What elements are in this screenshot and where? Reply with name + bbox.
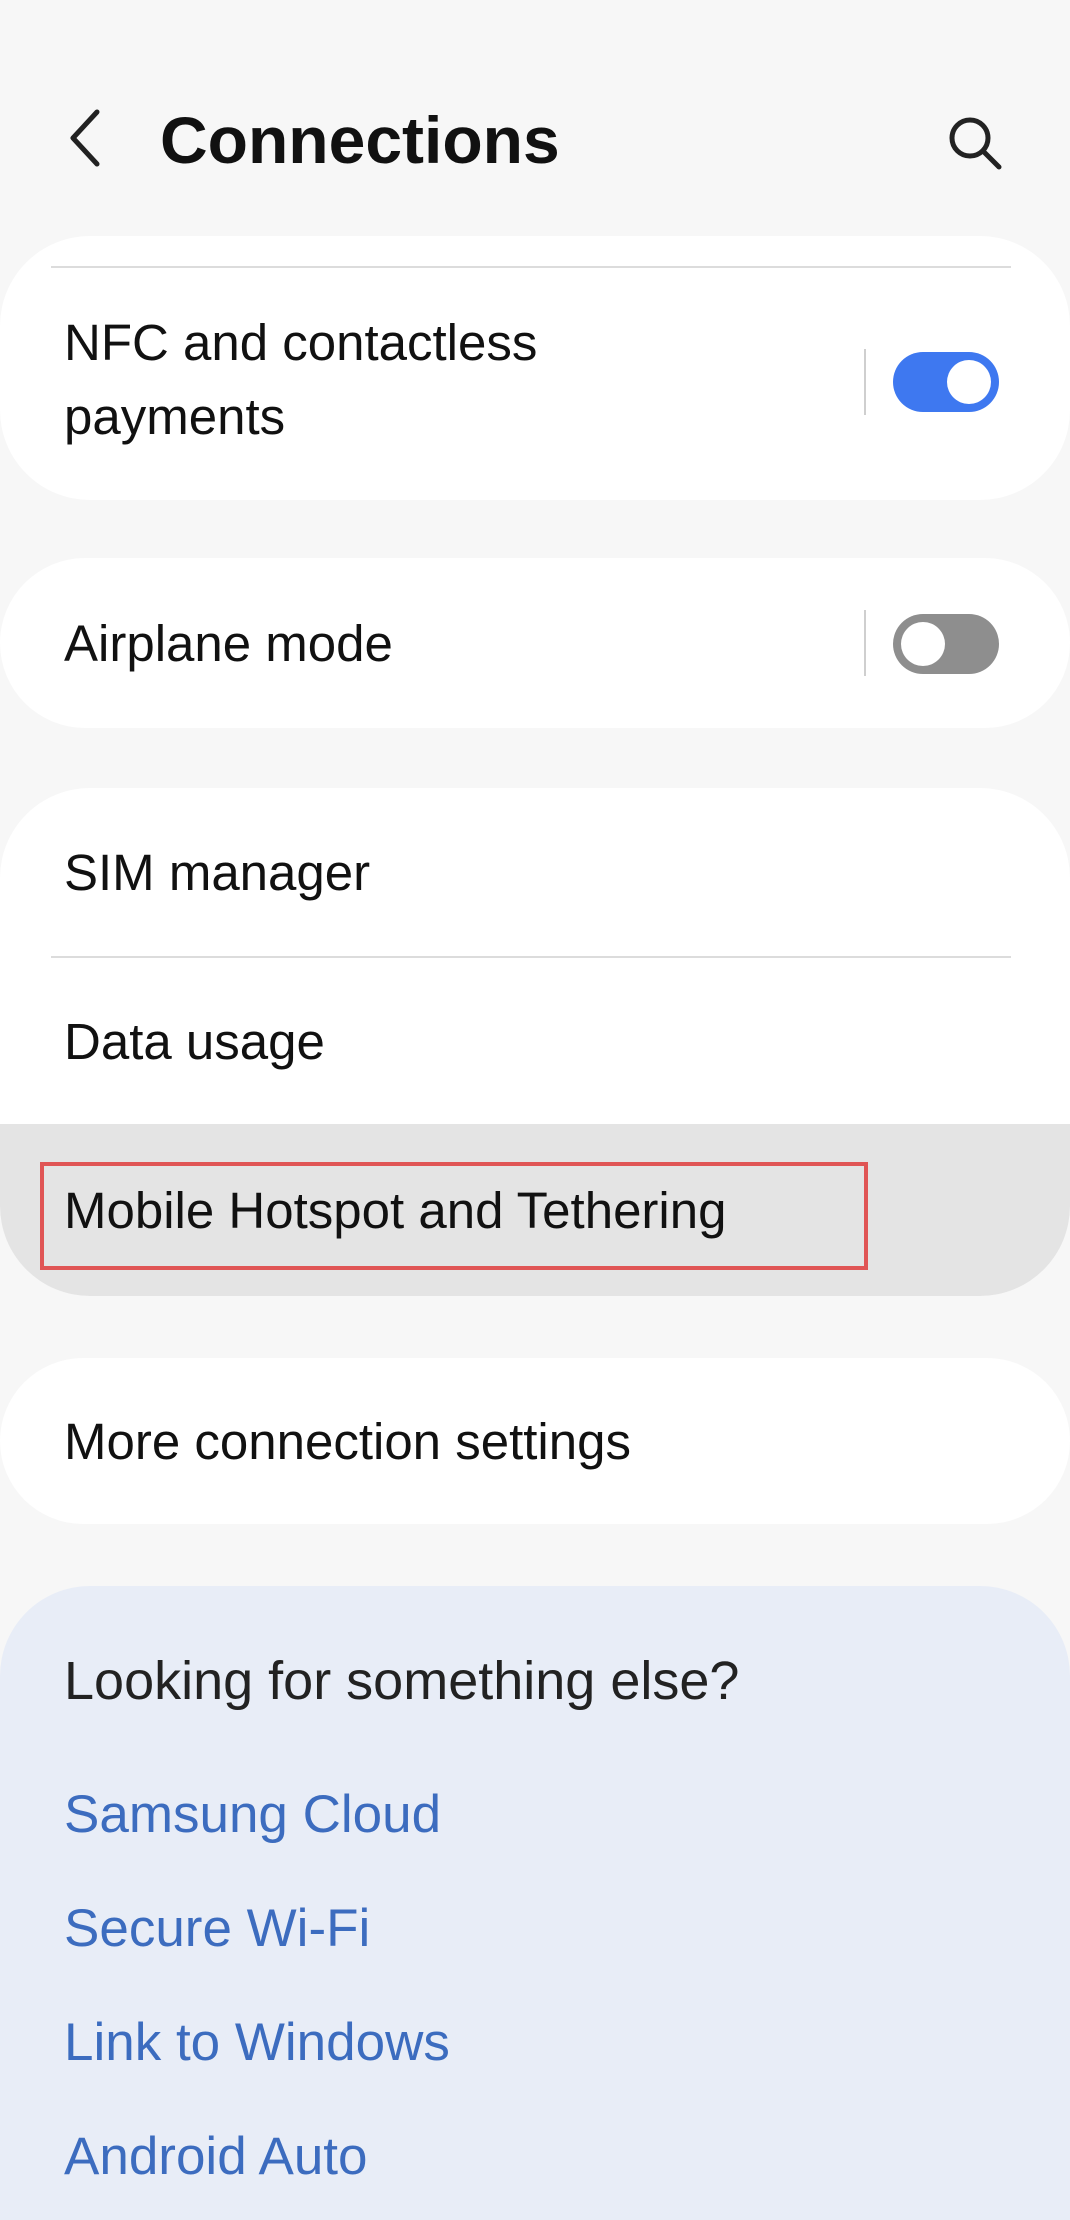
more-connection-settings-label: More connection settings	[64, 1412, 631, 1470]
data-usage-label: Data usage	[64, 1012, 325, 1070]
airplane-mode-toggle[interactable]	[893, 614, 999, 674]
suggestion-link-samsung-cloud[interactable]: Samsung Cloud	[64, 1784, 441, 1845]
back-button[interactable]	[50, 100, 120, 180]
data-usage-row[interactable]: Data usage	[0, 958, 1070, 1124]
suggestion-link-secure-wifi[interactable]: Secure Wi-Fi	[64, 1898, 370, 1959]
sim-manager-row[interactable]: SIM manager	[0, 788, 1070, 956]
card-divider	[51, 266, 1011, 268]
mobile-hotspot-row[interactable]: Mobile Hotspot and Tethering	[0, 1124, 1070, 1296]
nfc-label-line1: NFC and contactless	[64, 314, 538, 371]
toggle-knob	[901, 622, 945, 666]
page-title: Connections	[160, 103, 560, 177]
suggestion-link-android-auto[interactable]: Android Auto	[64, 2126, 368, 2187]
chevron-left-icon	[65, 106, 105, 175]
suggestions-title: Looking for something else?	[64, 1651, 740, 1711]
nfc-label-line2: payments	[64, 388, 286, 445]
airplane-mode-label: Airplane mode	[64, 614, 393, 672]
suggestion-link-link-to-windows[interactable]: Link to Windows	[64, 2012, 450, 2073]
search-icon	[946, 114, 1004, 177]
toggle-knob	[947, 360, 991, 404]
mobile-hotspot-label: Mobile Hotspot and Tethering	[64, 1181, 727, 1239]
search-button[interactable]	[935, 105, 1015, 185]
connections-screen: Connections NFC and contactless payments…	[0, 0, 1070, 2220]
sim-manager-label: SIM manager	[64, 843, 371, 901]
app-header: Connections	[0, 0, 1070, 230]
more-connection-settings-row[interactable]: More connection settings	[0, 1358, 1070, 1524]
toggle-separator	[864, 349, 866, 415]
nfc-toggle[interactable]	[893, 352, 999, 412]
toggle-separator	[864, 610, 866, 676]
